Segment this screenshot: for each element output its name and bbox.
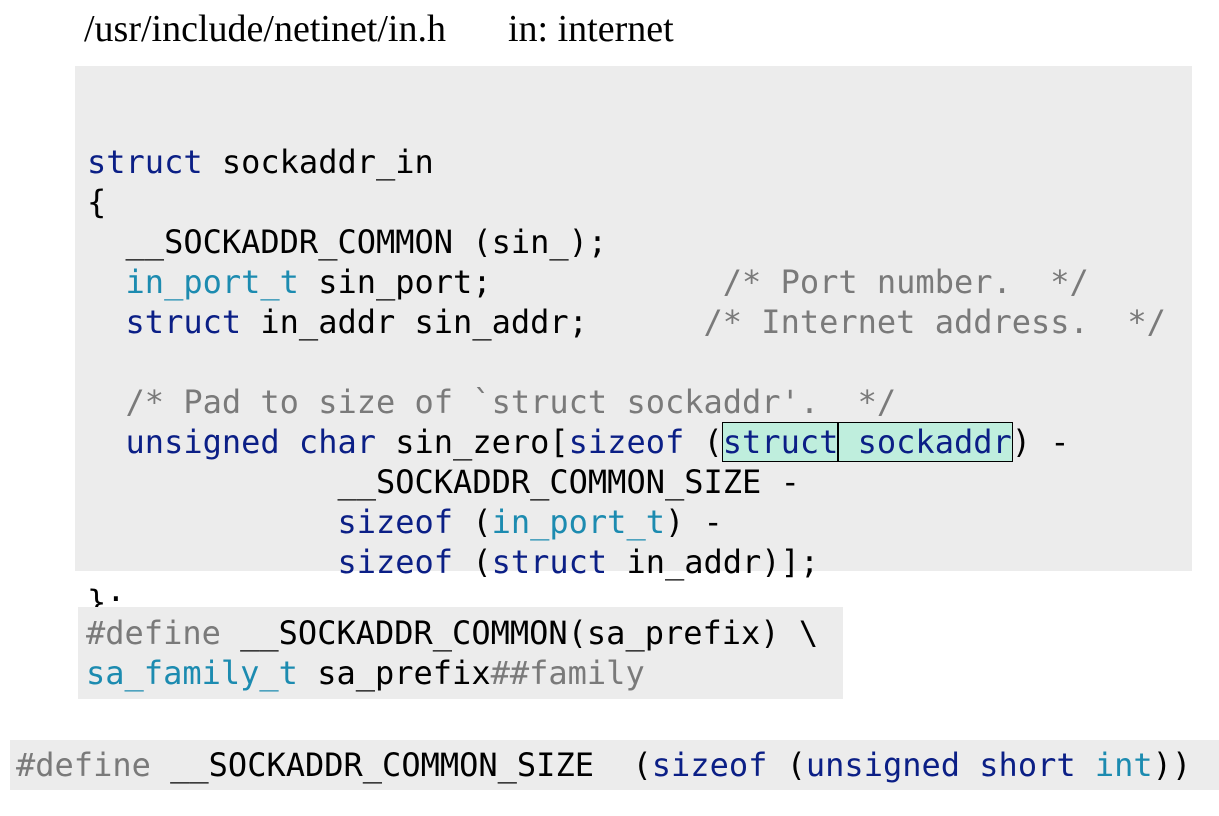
code-line: /* Pad to size of `struct sockaddr'. */: [87, 382, 1166, 422]
code-token: ) -: [1011, 423, 1070, 461]
code-token: struct: [721, 422, 840, 462]
code-token: in_port_t: [491, 503, 665, 541]
code-token: )): [1152, 746, 1192, 784]
code-token: __SOCKADDR_COMMON_SIZE (: [150, 746, 652, 784]
code-line: unsigned char sin_zero[sizeof (struct so…: [87, 422, 1166, 462]
code-token: (: [453, 543, 492, 581]
code-token: sizeof: [337, 543, 454, 581]
code-token: sa_family_t: [86, 654, 298, 692]
code-token: in_port_t: [125, 263, 299, 301]
file-header: /usr/include/netinet/in.h in: internet: [84, 6, 674, 56]
code-token: sizeof: [337, 503, 454, 541]
code-token: char: [298, 423, 376, 461]
code-token: unsigned: [805, 746, 961, 784]
code-token: struct: [87, 143, 203, 181]
code-token: /* Pad to size of `struct sockaddr'. */: [125, 383, 897, 421]
struct-sockaddr-in-block: struct sockaddr_in{ __SOCKADDR_COMMON (s…: [75, 66, 1192, 621]
code-token: unsigned: [125, 423, 280, 461]
header-note: in: internet: [507, 8, 674, 50]
code-line: struct sockaddr_in: [87, 142, 1166, 182]
code-token: (: [684, 423, 723, 461]
code-line: struct in_addr sin_addr; /* Internet add…: [87, 302, 1166, 342]
code-token: (: [767, 746, 806, 784]
code-token: short: [979, 746, 1076, 784]
code-token: sizeof: [651, 746, 768, 784]
code-token: struct: [125, 303, 242, 341]
code-line: #define __SOCKADDR_COMMON_SIZE (sizeof (…: [16, 745, 1191, 785]
code-line: sa_family_t sa_prefix##family: [86, 653, 818, 693]
code-token: __SOCKADDR_COMMON_SIZE -: [87, 463, 800, 501]
struct-code: struct sockaddr_in{ __SOCKADDR_COMMON (s…: [87, 142, 1166, 622]
define-sockaddr-common-size-block: #define __SOCKADDR_COMMON_SIZE (sizeof (…: [10, 740, 1219, 790]
code-line: {: [87, 182, 1166, 222]
code-token: sockaddr: [837, 422, 1013, 462]
code-token: /* Internet address. */: [703, 303, 1166, 341]
code-token: in_addr sin_addr;: [241, 303, 704, 341]
code-line: sizeof (struct in_addr)];: [87, 542, 1166, 582]
code-token: struct: [491, 543, 608, 581]
define-common-code: #define __SOCKADDR_COMMON(sa_prefix) \ sa…: [86, 613, 818, 693]
code-token: ) -: [664, 503, 723, 541]
code-token: #define: [16, 746, 151, 784]
code-token: sockaddr_in: [202, 143, 434, 181]
code-token: in_addr)];: [607, 543, 820, 581]
code-token: __SOCKADDR_COMMON(sa_prefix) \: [220, 614, 819, 652]
code-line: sizeof (in_port_t) -: [87, 502, 1166, 542]
code-line: __SOCKADDR_COMMON (sin_);: [87, 222, 1166, 262]
define-sockaddr-common-block: #define __SOCKADDR_COMMON(sa_prefix) \ sa…: [78, 607, 843, 699]
code-token: __SOCKADDR_COMMON (sin_);: [87, 223, 608, 261]
code-token: (: [453, 503, 492, 541]
code-token: ##family: [490, 654, 645, 692]
code-token: {: [87, 183, 107, 221]
define-size-code: #define __SOCKADDR_COMMON_SIZE (sizeof (…: [16, 745, 1191, 785]
code-line: #define __SOCKADDR_COMMON(sa_prefix) \: [86, 613, 818, 653]
code-token: int: [1094, 746, 1153, 784]
code-token: #define: [86, 614, 221, 652]
code-line: in_port_t sin_port; /* Port number. */: [87, 262, 1166, 302]
code-token: sin_zero[: [375, 423, 569, 461]
code-token: /* Port number. */: [722, 263, 1089, 301]
code-token: sizeof: [568, 423, 685, 461]
code-token: sa_prefix: [297, 654, 491, 692]
code-token: sin_port;: [298, 263, 723, 301]
file-path: /usr/include/netinet/in.h: [84, 8, 446, 50]
code-line: __SOCKADDR_COMMON_SIZE -: [87, 462, 1166, 502]
